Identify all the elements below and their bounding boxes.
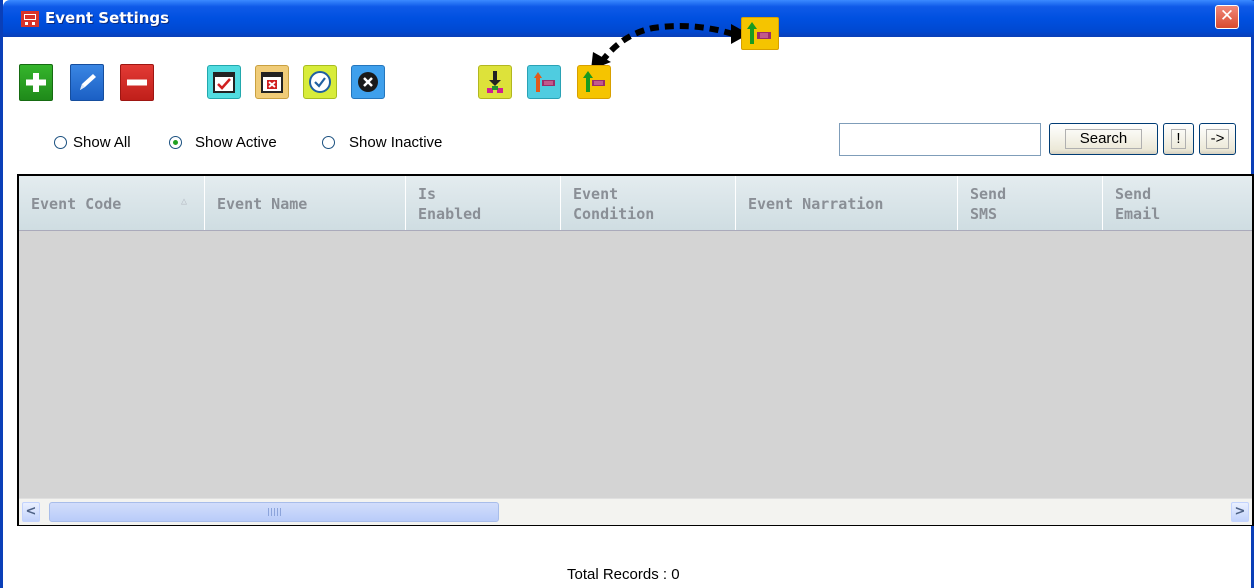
col-event-code[interactable]: Event Code △ [19, 176, 205, 230]
show-active-label: Show Active [195, 134, 277, 151]
export-up-button[interactable] [577, 65, 611, 99]
calendar-check-button[interactable] [207, 65, 241, 99]
col-event-condition[interactable]: Event Condition [561, 176, 736, 230]
cart-icon [21, 11, 39, 27]
col-event-narration-label: Event Narration [748, 195, 884, 213]
show-all-label: Show All [73, 134, 131, 151]
calendar-remove-button[interactable] [255, 65, 289, 99]
activate-button[interactable] [303, 65, 337, 99]
show-active-radio[interactable] [169, 136, 182, 149]
show-inactive-radio[interactable] [322, 136, 335, 149]
grid-header: Event Code △ Event Name Is Enabled Event C… [19, 176, 1252, 231]
events-grid[interactable]: Event Code △ Event Name Is Enabled Event C… [17, 174, 1254, 526]
sort-ascending-icon: △ [181, 196, 188, 207]
event-settings-window: Event Settings ✕ Show All Show Active Sh… [0, 0, 1254, 588]
bang-button[interactable]: ! [1163, 123, 1194, 155]
bang-button-label: ! [1171, 129, 1186, 149]
col-event-name[interactable]: Event Name [205, 176, 406, 230]
edit-button[interactable] [70, 64, 104, 101]
scroll-left-button[interactable]: < [22, 502, 40, 522]
show-inactive-label: Show Inactive [349, 134, 443, 151]
scroll-thumb[interactable] [49, 502, 499, 522]
deactivate-button[interactable] [351, 65, 385, 99]
col-event-name-label: Event Name [217, 195, 308, 213]
col-is-enabled[interactable]: Is Enabled [406, 176, 561, 230]
col-send-email[interactable]: Send Email [1103, 176, 1252, 230]
go-button-label: -> [1205, 129, 1230, 149]
col-event-code-label: Event Code [31, 195, 122, 213]
horizontal-scrollbar[interactable]: < > [19, 498, 1252, 525]
go-button[interactable]: -> [1199, 123, 1236, 155]
col-event-narration[interactable]: Event Narration [736, 176, 958, 230]
delete-button[interactable] [120, 64, 154, 101]
import-button[interactable] [478, 65, 512, 99]
col-send-sms[interactable]: Send SMS [958, 176, 1103, 230]
export-left-button[interactable] [527, 65, 561, 99]
close-button[interactable]: ✕ [1215, 5, 1239, 29]
total-records: Total Records : 0 [567, 566, 680, 583]
col-send-sms-label: Send SMS [970, 185, 1007, 223]
search-button[interactable]: Search [1049, 123, 1158, 155]
window-title: Event Settings [45, 9, 170, 27]
search-input[interactable] [839, 123, 1041, 156]
grip-icon [268, 508, 282, 516]
add-button[interactable] [19, 64, 53, 101]
col-event-condition-label: Event Condition [573, 185, 655, 223]
show-all-radio[interactable] [54, 136, 67, 149]
col-is-enabled-label: Is Enabled [418, 185, 482, 223]
export-up-icon [741, 17, 779, 50]
col-send-email-label: Send Email [1115, 185, 1161, 223]
scroll-right-button[interactable]: > [1231, 502, 1249, 522]
search-button-label: Search [1064, 129, 1143, 149]
